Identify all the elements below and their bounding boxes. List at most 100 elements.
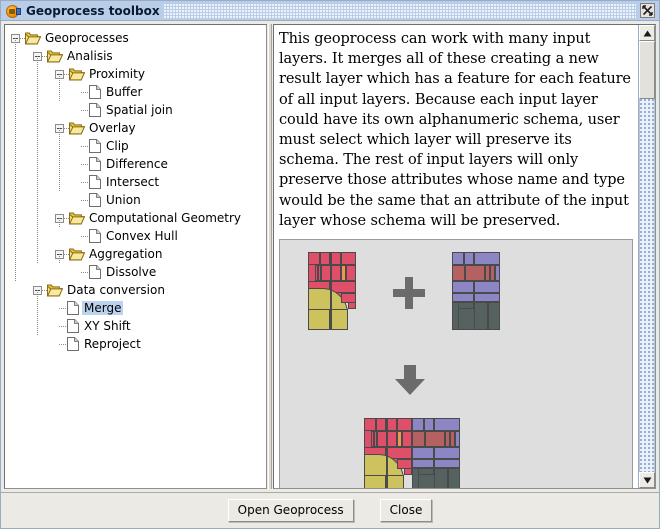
tree-guide-line — [59, 74, 60, 102]
tree-item-reproject[interactable]: Reproject — [5, 335, 266, 353]
file-icon — [67, 337, 79, 351]
folder-icon — [46, 50, 64, 63]
close-icon — [642, 5, 653, 16]
close-window-button[interactable] — [640, 3, 655, 18]
map-polygon — [364, 475, 386, 488]
scroll-down-button[interactable] — [639, 472, 655, 488]
map-polygon — [386, 475, 404, 488]
tree-guide-line — [15, 38, 16, 282]
scroll-down-icon — [643, 477, 651, 483]
file-icon — [67, 301, 79, 315]
map-polygon — [452, 252, 464, 266]
scrollbar-track[interactable] — [639, 99, 655, 472]
map-polygon — [320, 252, 330, 266]
tree-item-label: Proximity — [89, 67, 145, 81]
tree-item-proximity[interactable]: Proximity — [5, 65, 266, 83]
description-text: This geoprocess can work with many input… — [279, 31, 631, 229]
tree-item-label: Difference — [106, 157, 168, 171]
tree-guide-line — [59, 254, 60, 264]
file-icon — [89, 175, 101, 189]
window-title: Geoprocess toolbox — [26, 3, 160, 18]
tree-item-convex-hull[interactable]: Convex Hull — [5, 227, 266, 245]
map-polygon — [412, 447, 434, 460]
tree-item-label: Analisis — [67, 49, 113, 63]
tree-item-aggregation[interactable]: Aggregation — [5, 245, 266, 263]
down-arrow-icon — [394, 364, 426, 399]
file-icon — [89, 229, 101, 243]
map-polygon — [474, 252, 500, 266]
tree-guide-line — [59, 218, 60, 228]
main-content: Geoprocesses Analisis Proximity Buffer Spati… — [1, 21, 659, 489]
tree-connector — [81, 235, 89, 237]
merged-result-layer — [364, 418, 460, 488]
tree-connector — [59, 325, 67, 327]
tree-connector — [81, 91, 89, 93]
map-polygon — [308, 309, 330, 331]
file-icon — [89, 85, 101, 99]
tree-connector — [81, 109, 89, 111]
tree-connector — [81, 163, 89, 165]
close-button[interactable]: Close — [379, 499, 433, 522]
map-polygon — [397, 459, 412, 470]
tree-item-data-conversion[interactable]: Data conversion — [5, 281, 266, 299]
map-polygon — [341, 252, 356, 266]
map-polygon — [364, 418, 376, 432]
map-polygon — [424, 418, 434, 432]
tree-item-clip[interactable]: Clip — [5, 137, 266, 155]
tree-item-intersect[interactable]: Intersect — [5, 173, 266, 191]
tree-item-merge[interactable]: Merge — [5, 299, 266, 317]
input-layer-b — [452, 252, 500, 331]
tree-connector — [81, 271, 89, 273]
split-pane-divider[interactable] — [267, 24, 273, 489]
input-layer-a — [308, 252, 356, 331]
map-polygon — [452, 281, 474, 294]
tree-item-label: Data conversion — [67, 283, 165, 297]
scrollbar-thumb[interactable] — [639, 41, 655, 99]
folder-icon — [68, 248, 86, 261]
map-polygon — [474, 302, 488, 331]
tree-item-difference[interactable]: Difference — [5, 155, 266, 173]
tree-item-label: XY Shift — [84, 319, 131, 333]
tree-item-computational-geometry[interactable]: Computational Geometry — [5, 209, 266, 227]
scroll-up-button[interactable] — [639, 25, 655, 41]
tree-item-label: Reproject — [84, 337, 141, 351]
map-polygon — [434, 459, 460, 469]
plus-operator-icon — [392, 276, 426, 313]
map-polygon — [341, 293, 356, 304]
tree-connector — [81, 199, 89, 201]
map-polygon — [474, 293, 500, 303]
geoprocess-tree-panel[interactable]: Geoprocesses Analisis Proximity Buffer Spati… — [4, 24, 267, 489]
title-bar: Geoprocess toolbox — [1, 1, 659, 21]
title-bar-texture — [163, 3, 636, 18]
merge-operation-diagram — [279, 239, 633, 488]
tree-item-label: Union — [106, 193, 141, 207]
description-panel: This geoprocess can work with many input… — [273, 24, 656, 489]
folder-icon — [46, 284, 64, 297]
tree-item-buffer[interactable]: Buffer — [5, 83, 266, 101]
tree-guide-line — [37, 290, 38, 336]
map-polygon — [465, 265, 485, 282]
tree-item-union[interactable]: Union — [5, 191, 266, 209]
map-polygon — [448, 468, 460, 488]
tree-item-overlay[interactable]: Overlay — [5, 119, 266, 137]
tree-item-label: Buffer — [106, 85, 143, 99]
map-polygon — [412, 459, 434, 469]
map-polygon — [330, 309, 348, 331]
tree-guide-line — [59, 128, 60, 192]
geoprocess-tree[interactable]: Geoprocesses Analisis Proximity Buffer Spati… — [5, 25, 266, 353]
description-vertical-scrollbar[interactable] — [638, 25, 655, 488]
folder-icon — [68, 122, 86, 135]
file-icon — [89, 265, 101, 279]
map-polygon — [488, 302, 500, 331]
tree-item-spatial-join[interactable]: Spatial join — [5, 101, 266, 119]
open-geoprocess-button[interactable]: Open Geoprocess — [227, 499, 354, 522]
tree-item-xy-shift[interactable]: XY Shift — [5, 317, 266, 335]
tree-item-dissolve[interactable]: Dissolve — [5, 263, 266, 281]
tree-item-analisis[interactable]: Analisis — [5, 47, 266, 65]
folder-icon — [68, 68, 86, 81]
scroll-up-icon — [643, 30, 651, 36]
tree-item-geoprocesses[interactable]: Geoprocesses — [5, 29, 266, 47]
map-polygon — [425, 431, 445, 448]
file-icon — [89, 139, 101, 153]
file-icon — [89, 193, 101, 207]
